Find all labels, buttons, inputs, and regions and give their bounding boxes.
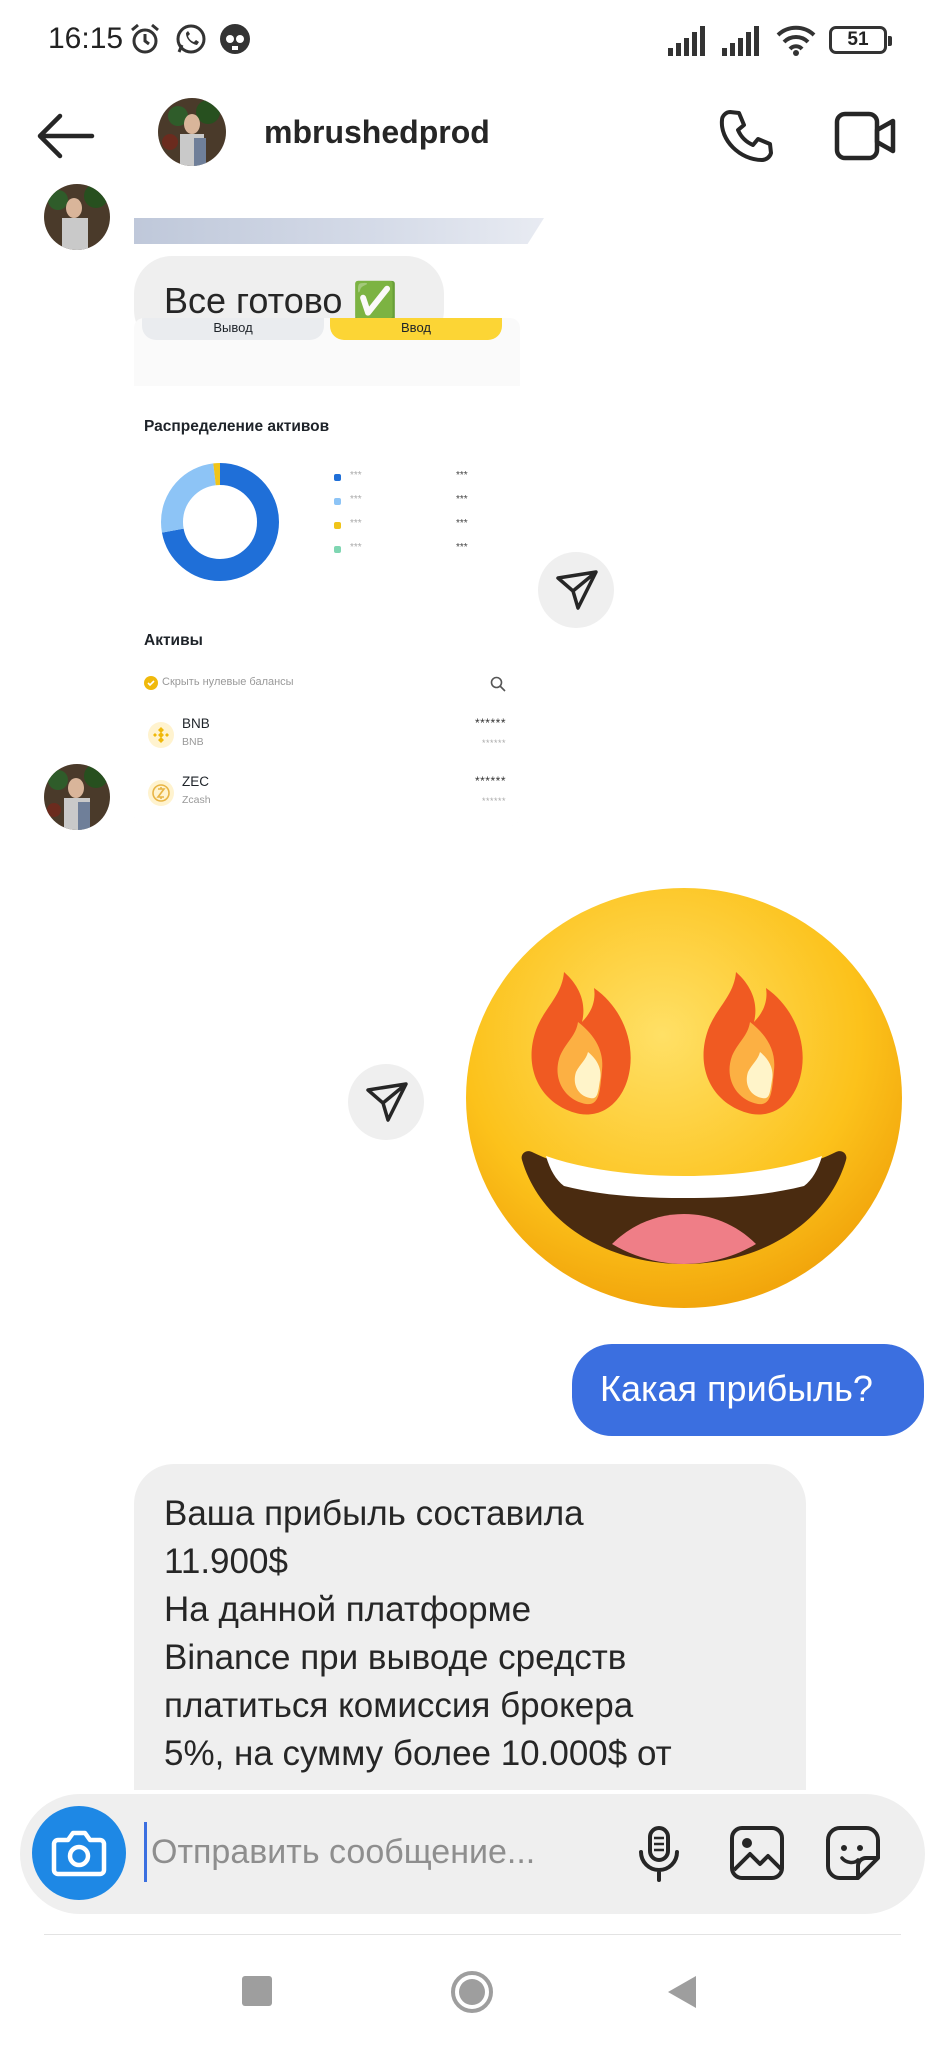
battery-icon: 51 [829, 26, 892, 54]
coin-name: Zcash [182, 794, 211, 806]
fire-eyes-emoji-icon[interactable] [462, 884, 906, 1312]
phone-icon[interactable] [716, 106, 774, 164]
camera-icon [51, 1830, 107, 1877]
deposit-button: Ввод [330, 318, 502, 340]
chat-username[interactable]: mbrushedprod [264, 114, 490, 151]
message-line: На данной платформе [164, 1590, 532, 1629]
message-text: Все готово ✅ [164, 280, 398, 321]
legend-row: *** *** [334, 518, 484, 534]
legend-row: *** *** [334, 470, 484, 486]
message-line: платиться комиссия брокера [164, 1686, 634, 1725]
previous-image-strip[interactable] [134, 218, 544, 244]
legend-swatch [334, 474, 341, 481]
signal-icon [668, 26, 705, 56]
microphone-icon[interactable] [628, 1822, 690, 1884]
legend-value: *** [456, 494, 468, 505]
coin-value: ****** [481, 738, 506, 748]
whatsapp-icon [176, 24, 206, 54]
allocation-donut-chart [161, 463, 279, 581]
avatar-photo [44, 184, 110, 250]
profile-avatar[interactable] [158, 98, 226, 166]
coin-value: ****** [481, 796, 506, 806]
share-button[interactable] [538, 552, 614, 628]
send-icon [366, 1082, 408, 1122]
withdraw-button: Вывод [142, 318, 324, 340]
avatar-photo [158, 98, 226, 166]
gallery-icon[interactable] [726, 1822, 788, 1884]
search-icon [490, 676, 506, 692]
assets-title: Активы [144, 632, 203, 649]
message-line: Ваша прибыль составила [164, 1494, 584, 1533]
legend-value: *** [456, 518, 468, 529]
back-nav-icon[interactable] [666, 1974, 698, 2010]
share-button[interactable] [348, 1064, 424, 1140]
distribution-title: Распределение активов [144, 418, 330, 435]
send-icon [556, 570, 598, 610]
signal-icon [722, 26, 759, 56]
back-arrow-icon[interactable] [36, 112, 96, 160]
wifi-icon [776, 25, 816, 56]
skull-icon [220, 24, 250, 54]
avatar-photo [44, 764, 110, 830]
sticker-icon[interactable] [822, 1822, 884, 1884]
outgoing-message-bubble[interactable]: Какая прибыль? [572, 1344, 924, 1436]
legend-label: *** [350, 494, 362, 505]
bnb-coin-icon [148, 722, 174, 748]
sender-avatar[interactable] [44, 764, 110, 830]
legend-swatch [334, 498, 341, 505]
zcash-coin-icon [148, 780, 174, 806]
status-time: 16:15 [48, 22, 124, 55]
legend-row: *** *** [334, 494, 484, 510]
divider [44, 1934, 901, 1935]
coin-amount: ****** [474, 716, 506, 730]
message-input[interactable] [144, 1822, 621, 1882]
legend-value: *** [456, 542, 468, 553]
message-line: 5%, на сумму более 10.000$ от [164, 1734, 672, 1773]
camera-button[interactable] [32, 1806, 126, 1900]
legend-value: *** [456, 470, 468, 481]
legend-swatch [334, 546, 341, 553]
legend-swatch [334, 522, 341, 529]
legend-label: *** [350, 518, 362, 529]
message-text: Ваша прибыль составила 11.900$ На данной… [164, 1490, 672, 1778]
recent-apps-icon[interactable] [242, 1976, 272, 2006]
coin-name: BNB [182, 736, 204, 748]
legend-label: *** [350, 470, 362, 481]
message-line: 11.900$ [164, 1542, 288, 1581]
legend-row: *** *** [334, 542, 484, 558]
message-bubble[interactable]: Ваша прибыль составила 11.900$ На данной… [134, 1464, 806, 1790]
sender-avatar[interactable] [44, 184, 110, 250]
hide-zero-balances-label: Скрыть нулевые балансы [162, 676, 294, 688]
alarm-icon [131, 23, 159, 54]
check-circle-icon [144, 676, 158, 690]
coin-amount: ****** [474, 774, 506, 788]
video-camera-icon[interactable] [834, 108, 896, 164]
home-icon[interactable] [450, 1970, 494, 2014]
message-line: Binance при выводе средств [164, 1638, 627, 1677]
coin-symbol: BNB [182, 716, 210, 731]
legend-label: *** [350, 542, 362, 553]
coin-symbol: ZEC [182, 774, 209, 789]
image-message-screenshot[interactable]: Вывод Ввод Распределение активов Активы … [134, 318, 520, 826]
message-text: Какая прибыль? [600, 1368, 873, 1409]
